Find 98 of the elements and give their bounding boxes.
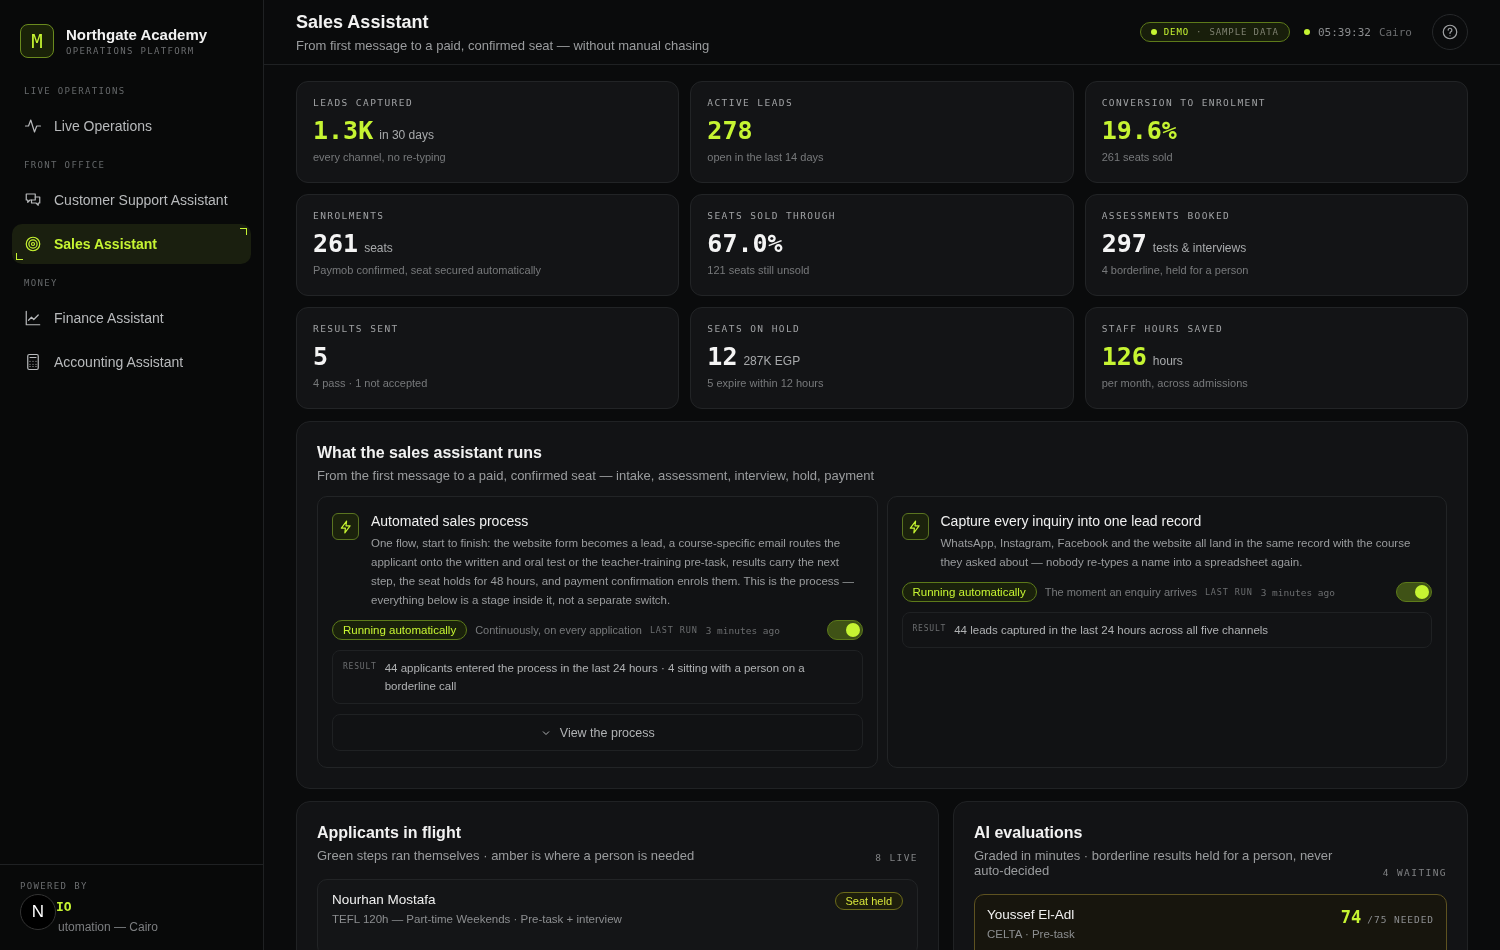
stat-note: 4 borderline, held for a person [1101, 264, 1250, 276]
help-button[interactable] [1432, 14, 1468, 50]
clock-city: Cairo [1378, 25, 1412, 39]
stat-unit: hours [1152, 354, 1183, 368]
score-value: 74 [1340, 907, 1362, 927]
result-text: 44 applicants entered the process in the last 24 hours · 4 sitting with a person on a borderline call [384, 661, 806, 694]
last-run-time: 3 minutes ago [1260, 586, 1335, 598]
panel-subtitle: Graded in minutes · borderline results held for a person, never auto-decided [974, 848, 1334, 878]
lightning-icon [332, 513, 359, 540]
target-icon [24, 235, 42, 253]
panel-subtitle: Green steps ran themselves · amber is where a person is needed [317, 848, 696, 863]
schedule-text: The moment an enquiry arrives [1044, 586, 1197, 598]
course-detail: TEFL 120h — Part-time Weekends · Pre-task + interview [332, 913, 622, 925]
stat-value: 67.0% [707, 229, 783, 258]
stat-value: 5 [313, 342, 329, 371]
stat-unit: in 30 days [379, 128, 434, 142]
person-name: Nourhan Mostafa [332, 892, 437, 907]
stat-unit: 287K EGP [743, 354, 801, 368]
stat-label: STAFF HOURS SAVED [1101, 323, 1225, 334]
lightning-icon [901, 513, 929, 540]
stat-note: 261 seats sold [1101, 151, 1174, 163]
stat-value: 278 [707, 116, 753, 145]
stat-label: ACTIVE LEADS [707, 97, 795, 108]
page-title: Sales Assistant [296, 11, 430, 33]
app-subtitle: OPERATIONS PLATFORM [66, 46, 196, 56]
count-label: 8 LIVE [875, 852, 918, 863]
course-detail: CELTA · Pre-task [987, 928, 1075, 940]
last-run-time: 3 minutes ago [705, 624, 780, 636]
stat-label: CONVERSION TO ENROLMENT [1101, 97, 1267, 108]
stat-unit: seats [364, 241, 393, 255]
result-text: 44 leads captured in the last 24 hours across all five channels [954, 623, 1269, 638]
toggle-switch[interactable] [826, 620, 863, 640]
last-run-label: LAST RUN [649, 625, 698, 635]
stat-label: SEATS SOLD THROUGH [707, 210, 837, 221]
demo-badge: DEMO · SAMPLE DATA [1139, 22, 1290, 42]
vendor-tagline: utomation — Cairo [58, 920, 160, 934]
automation-description: WhatsApp, Instagram, Facebook and the website all land in the same record with the course they asked about — nobody re-types a name into a spreadsheet again. [940, 536, 1412, 570]
line-chart-icon [24, 309, 42, 327]
stat-note: 5 expire within 12 hours [707, 377, 825, 389]
clock-time: 05:39:32 [1317, 25, 1371, 39]
chat-bubbles-icon [24, 191, 42, 209]
logo: M [20, 24, 54, 58]
automation-title: Automated sales process [371, 513, 530, 529]
sidebar-item[interactable]: Accounting Assistant [12, 342, 251, 382]
status-badge: Seat held [834, 892, 903, 910]
sidebar-item[interactable]: Finance Assistant [12, 298, 251, 338]
stat-note: 121 seats still unsold [707, 264, 811, 276]
sidebar-item[interactable]: Sales Assistant [12, 224, 251, 264]
stat-label: SEATS ON HOLD [707, 323, 802, 334]
evaluation-card[interactable]: Youssef El-Adl CELTA · Pre-task 74 /75 NEEDED [974, 894, 1447, 950]
stat-value: 126 [1101, 342, 1147, 371]
score-threshold: /75 NEEDED [1367, 914, 1434, 925]
stat-unit: tests & interviews [1152, 241, 1247, 255]
result-label: RESULT [912, 623, 947, 635]
sidebar-item[interactable]: Live Operations [12, 106, 251, 146]
panel-title: AI evaluations [974, 824, 1084, 842]
stat-note: per month, across admissions [1101, 377, 1249, 389]
floating-badge[interactable]: N [20, 894, 56, 930]
stat-label: ASSESSMENTS BOOKED [1101, 210, 1232, 221]
schedule-text: Continuously, on every application [475, 624, 642, 636]
toggle-switch[interactable] [1396, 582, 1432, 602]
person-name: Youssef El-Adl [987, 907, 1075, 922]
stat-note: every channel, no re-typing [313, 151, 447, 163]
stat-label: ENROLMENTS [313, 210, 386, 221]
result-label: RESULT [343, 661, 377, 673]
section-heading: MONEY [23, 277, 59, 290]
section-heading: LIVE OPERATIONS [23, 85, 127, 98]
app-name: Northgate Academy [66, 26, 208, 43]
panel-subtitle: From the first message to a paid, confirmed seat — intake, assessment, interview, hold, payment [317, 468, 876, 483]
status-badge: Running automatically [332, 620, 468, 640]
automation-description: One flow, start to finish: the website form becomes a lead, a course-specific email routes the applicant onto the written and oral test or the teacher-training pre-task, results carry the next step, the seat holds for 48 hours, and payment confirmation enrols them. This is the process — everything below is a stage inside it, not a separate switch. [371, 536, 856, 608]
page-subtitle: From first message to a paid, confirmed seat — without manual chasing [296, 37, 711, 53]
help-icon [1441, 23, 1459, 41]
stat-note: Paymob confirmed, seat secured automatically [313, 264, 543, 276]
status-badge: Running automatically [901, 582, 1037, 602]
section-heading: FRONT OFFICE [23, 159, 107, 172]
applicant-card[interactable]: Nourhan Mostafa TEFL 120h — Part-time Weekends · Pre-task + interview Seat held [317, 879, 918, 950]
powered-by-caption: POWERED BY [20, 881, 89, 891]
stat-value: 297 [1101, 229, 1147, 258]
pulse-icon [24, 117, 42, 135]
count-label: 4 WAITING [1382, 867, 1447, 878]
stat-label: LEADS CAPTURED [313, 97, 415, 108]
stat-value: 1.3K [313, 116, 374, 145]
sidebar-item[interactable]: Customer Support Assistant [12, 180, 251, 220]
stat-note: open in the last 14 days [707, 151, 825, 163]
calculator-icon [24, 353, 42, 371]
stat-value: 19.6% [1101, 116, 1177, 145]
stat-label: RESULTS SENT [313, 323, 400, 334]
panel-title: Applicants in flight [317, 824, 462, 842]
panel-title: What the sales assistant runs [317, 444, 543, 462]
stat-value: 261 [313, 229, 359, 258]
live-dot [1303, 29, 1310, 35]
view-process-button[interactable]: View the process [332, 714, 863, 751]
stat-value: 12 [707, 342, 738, 371]
last-run-label: LAST RUN [1204, 587, 1253, 597]
vendor-name: IO [56, 899, 73, 914]
stat-note: 4 pass · 1 not accepted [313, 377, 429, 389]
automation-title: Capture every inquiry into one lead record [940, 513, 1203, 529]
